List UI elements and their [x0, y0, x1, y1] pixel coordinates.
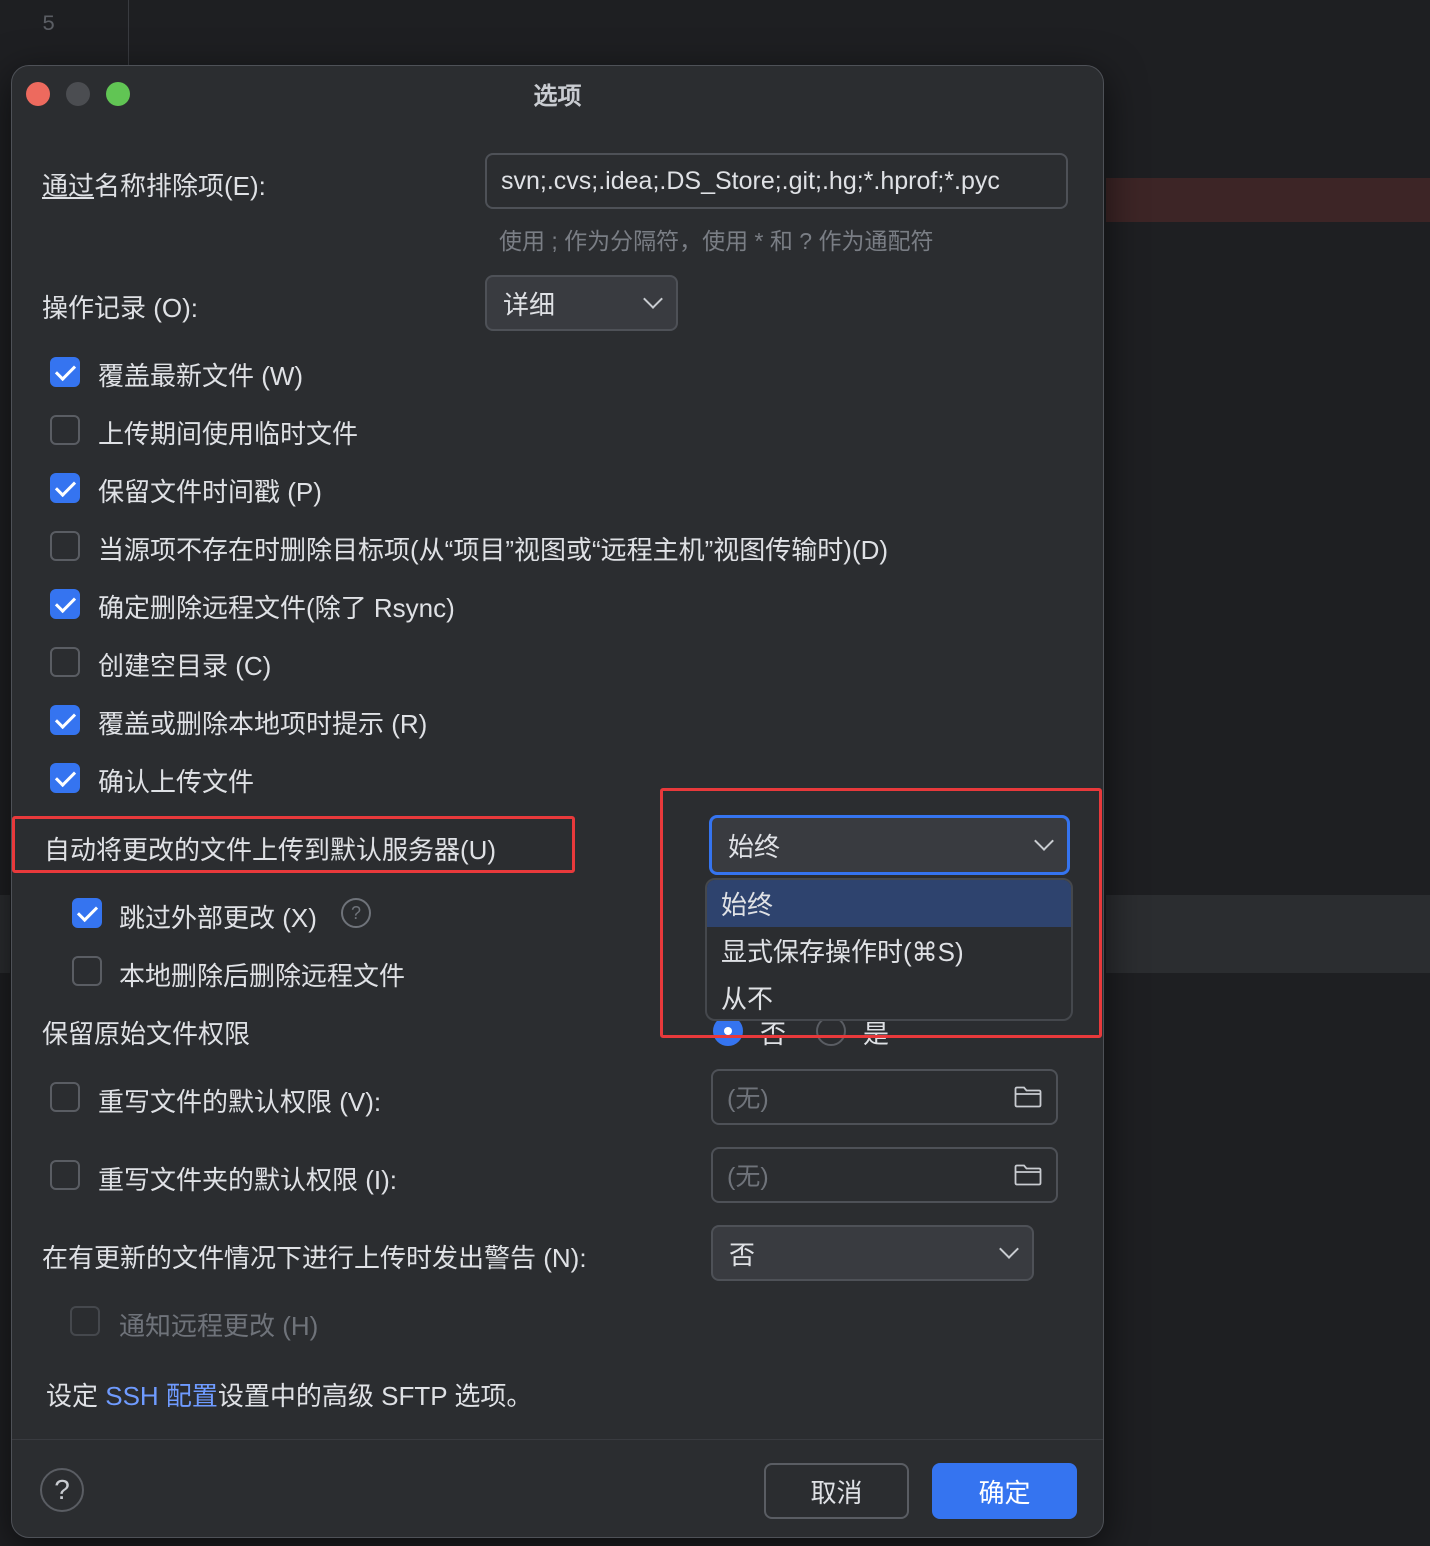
exclude-label-text: 名称排除项(E):: [94, 171, 266, 201]
chevron-down-icon: [999, 1239, 1019, 1259]
skip-external-checkbox[interactable]: [72, 898, 102, 928]
help-icon[interactable]: ?: [341, 898, 371, 928]
warn-update-select[interactable]: 否: [711, 1225, 1034, 1281]
folder-perm-label: 重写文件夹的默认权限 (I):: [98, 1165, 397, 1195]
log-label: 操作记录 (O):: [42, 293, 198, 323]
overwrite-newer-checkbox[interactable]: [50, 357, 80, 387]
warn-update-label: 在有更新的文件情况下进行上传时发出警告 (N):: [42, 1243, 587, 1273]
ssh-note-suffix: 设置中的高级 SFTP 选项。: [217, 1381, 533, 1411]
editor-highlight-line: [1106, 178, 1430, 222]
exclude-input-value: svn;.cvs;.idea;.DS_Store;.git;.hg;*.hpro…: [501, 166, 1000, 195]
folder-icon[interactable]: [1014, 1086, 1042, 1108]
folder-perm-input[interactable]: (无): [711, 1147, 1058, 1203]
gutter-divider: [128, 0, 129, 70]
chevron-down-icon: [643, 289, 663, 309]
notify-remote-checkbox[interactable]: [70, 1306, 100, 1336]
line-number: 5: [42, 12, 56, 37]
preserve-timestamps-checkbox[interactable]: [50, 473, 80, 503]
folder-perm-checkbox[interactable]: [50, 1160, 80, 1190]
folder-icon[interactable]: [1014, 1164, 1042, 1186]
prompt-overwrite-local-checkbox[interactable]: [50, 705, 80, 735]
highlight-box-dropdown: [660, 788, 1102, 1038]
ssh-config-link[interactable]: SSH 配置: [105, 1381, 218, 1411]
confirm-upload-label: 确认上传文件: [98, 767, 255, 797]
warn-update-value: 否: [729, 1239, 756, 1270]
help-button[interactable]: ?: [40, 1468, 84, 1512]
prompt-overwrite-local-label: 覆盖或删除本地项时提示 (R): [98, 709, 428, 739]
folder-perm-placeholder: (无): [727, 1163, 769, 1191]
delete-remote-after-local-label: 本地删除后删除远程文件: [119, 961, 406, 991]
file-perm-input[interactable]: (无): [711, 1069, 1058, 1125]
create-empty-dirs-label: 创建空目录 (C): [98, 651, 272, 681]
log-level-value: 详细: [503, 289, 556, 320]
confirm-delete-remote-label: 确定删除远程文件(除了 Rsync): [98, 593, 455, 623]
delete-target-missing-source-checkbox[interactable]: [50, 531, 80, 561]
exclude-input[interactable]: svn;.cvs;.idea;.DS_Store;.git;.hg;*.hpro…: [485, 153, 1068, 209]
delete-remote-after-local-checkbox[interactable]: [72, 956, 102, 986]
editor-current-line-left: [0, 895, 10, 973]
overwrite-newer-label: 覆盖最新文件 (W): [98, 361, 304, 391]
exclude-hint: 使用 ; 作为分隔符，使用 * 和 ? 作为通配符: [499, 228, 934, 254]
footer-divider: [12, 1439, 1103, 1440]
ssh-note-prefix: 设定: [46, 1381, 106, 1411]
file-perm-label: 重写文件的默认权限 (V):: [98, 1087, 382, 1117]
highlight-box-label: [12, 816, 575, 873]
editor-current-line: [1106, 895, 1430, 973]
preserve-permissions-label: 保留原始文件权限: [42, 1019, 251, 1049]
exclude-label-mnemonic: 通过: [42, 171, 95, 201]
notify-remote-label: 通知远程更改 (H): [119, 1311, 319, 1341]
exclude-label: 通过名称排除项(E):: [42, 166, 266, 203]
log-level-select[interactable]: 详细: [485, 275, 678, 331]
delete-target-missing-source-label: 当源项不存在时删除目标项(从“项目”视图或“远程主机”视图传输时)(D): [98, 535, 889, 565]
file-perm-placeholder: (无): [727, 1085, 769, 1113]
ssh-note: 设定 SSH 配置设置中的高级 SFTP 选项。: [46, 1376, 532, 1413]
temp-file-upload-label: 上传期间使用临时文件: [98, 419, 359, 449]
skip-external-label: 跳过外部更改 (X): [119, 903, 317, 933]
create-empty-dirs-checkbox[interactable]: [50, 647, 80, 677]
ok-button[interactable]: 确定: [932, 1463, 1077, 1519]
file-perm-checkbox[interactable]: [50, 1082, 80, 1112]
cancel-button[interactable]: 取消: [764, 1463, 909, 1519]
confirm-delete-remote-checkbox[interactable]: [50, 589, 80, 619]
confirm-upload-checkbox[interactable]: [50, 763, 80, 793]
temp-file-upload-checkbox[interactable]: [50, 415, 80, 445]
preserve-timestamps-label: 保留文件时间戳 (P): [98, 477, 322, 507]
dialog-title: 选项: [533, 83, 582, 110]
